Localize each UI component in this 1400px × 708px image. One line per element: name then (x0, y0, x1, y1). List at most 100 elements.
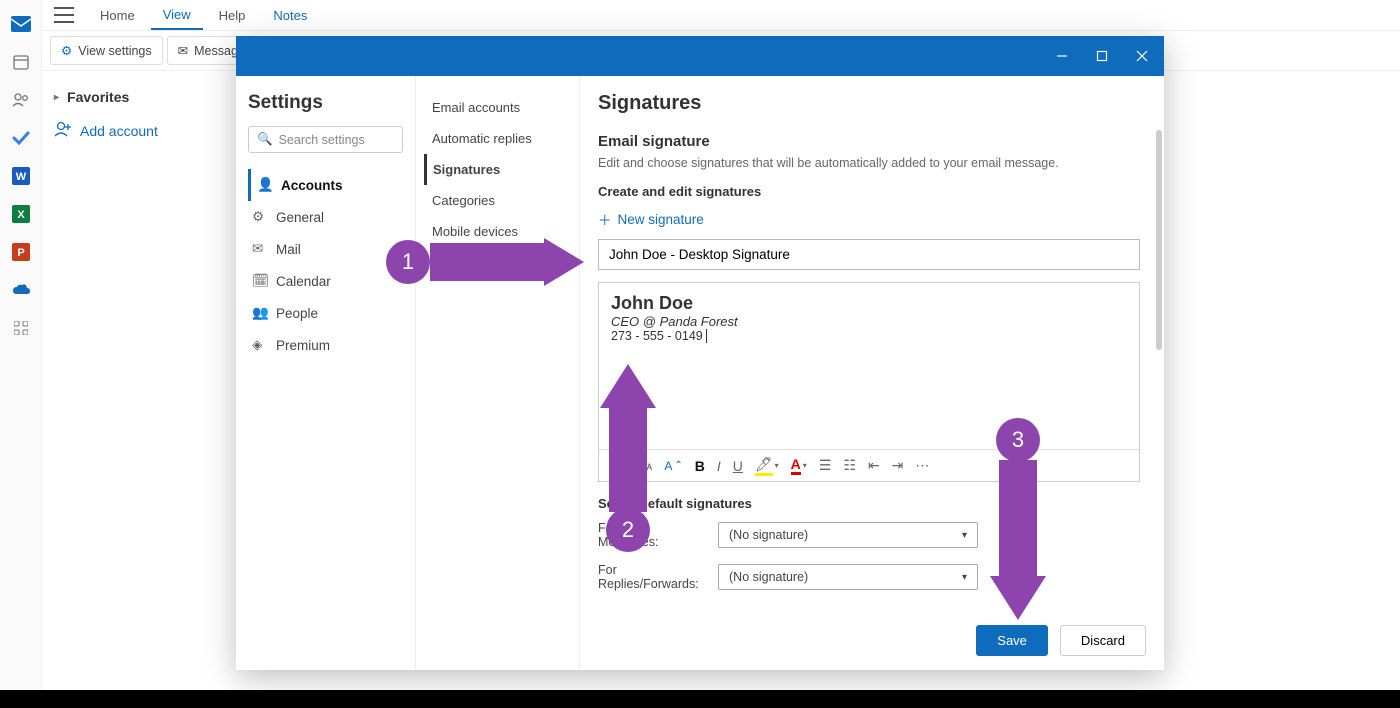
more-formatting-icon[interactable]: ⋯ (915, 457, 929, 474)
svg-text:X: X (17, 209, 25, 221)
italic-button[interactable]: I (717, 458, 721, 474)
category-mail[interactable]: ✉Mail (248, 233, 403, 265)
word-icon[interactable]: W (11, 166, 31, 186)
mail-icon: ✉ (178, 43, 188, 58)
excel-icon[interactable]: X (11, 204, 31, 224)
signature-name-input[interactable] (598, 239, 1140, 270)
for-new-select[interactable]: (No signature) ▾ (718, 522, 978, 548)
settings-title: Settings (248, 92, 403, 114)
search-icon: 🔍 (257, 132, 273, 147)
font-family-picker[interactable]: A▾ (611, 458, 626, 474)
ribbon-tab-help[interactable]: Help (207, 2, 258, 29)
close-icon[interactable] (1122, 36, 1162, 76)
settings-subcategories-panel: Email accounts Automatic replies Signatu… (416, 76, 580, 670)
people-icon: 👥 (252, 305, 268, 321)
folder-nav: ▸ Favorites Add account (42, 71, 232, 162)
font-color-button[interactable]: A▾ (791, 456, 807, 475)
category-calendar[interactable]: 🗓Calendar (248, 265, 403, 297)
category-people[interactable]: 👥People (248, 297, 403, 329)
category-accounts[interactable]: 👤Accounts (248, 169, 403, 201)
discard-button[interactable]: Discard (1060, 625, 1146, 656)
subitem-signatures[interactable]: Signatures (424, 154, 571, 185)
onedrive-icon[interactable] (11, 280, 31, 300)
diamond-icon: ◈ (252, 337, 268, 353)
sig-phone-text: 273 - 555 - 0149 (611, 329, 1127, 343)
new-signature-label: New signature (618, 212, 704, 227)
for-reply-select[interactable]: (No signature) ▾ (718, 564, 978, 590)
bold-button[interactable]: B (695, 458, 705, 474)
favorites-group[interactable]: ▸ Favorites (50, 83, 224, 111)
underline-button[interactable]: U (733, 458, 743, 474)
save-button[interactable]: Save (976, 625, 1048, 656)
people-icon[interactable] (11, 90, 31, 110)
settings-content-panel: Signatures Email signature Edit and choo… (580, 76, 1164, 670)
settings-categories-panel: Settings 🔍 Search settings 👤Accounts ⚙Ge… (236, 76, 416, 670)
view-settings-label: View settings (78, 44, 151, 58)
outdent-button[interactable]: ⇤ (868, 457, 880, 474)
search-placeholder: Search settings (279, 133, 365, 147)
maximize-icon[interactable] (1082, 36, 1122, 76)
chevron-right-icon: ▸ (54, 92, 59, 103)
minimize-icon[interactable] (1042, 36, 1082, 76)
mail-icon: ✉ (252, 241, 268, 257)
signature-editor[interactable]: John Doe CEO @ Panda Forest 273 - 555 - … (598, 282, 1140, 482)
editor-toolbar: A▾ Aᴀ A⌃ B I U 🖊▾ A▾ ☰ ☷ ⇤ ⇥ ⋯ (599, 449, 1139, 481)
person-icon: 👤 (257, 177, 273, 193)
ribbon-tabs: Home View Help Notes (42, 0, 1400, 31)
default-sig-heading: Select default signatures (598, 496, 1140, 511)
content-scrollbar[interactable] (1156, 130, 1162, 630)
mail-icon[interactable] (11, 14, 31, 34)
menu-hamburger-icon[interactable] (54, 7, 74, 23)
calendar-icon[interactable] (11, 52, 31, 72)
for-new-value: (No signature) (729, 528, 808, 542)
svg-text:W: W (15, 171, 26, 183)
new-signature-button[interactable]: ＋ New signature (598, 209, 1140, 229)
for-reply-value: (No signature) (729, 570, 808, 584)
subitem-categories[interactable]: Categories (424, 185, 571, 216)
modal-titlebar (236, 36, 1164, 76)
plus-icon: ＋ (598, 209, 612, 229)
for-reply-row: For Replies/Forwards: (No signature) ▾ (598, 563, 1140, 591)
gear-icon: ⚙ (252, 209, 268, 225)
app-sidebar: W X P (0, 0, 42, 690)
number-list-button[interactable]: ☷ (843, 457, 856, 474)
ribbon-tab-view[interactable]: View (151, 1, 203, 30)
create-edit-label: Create and edit signatures (598, 184, 1140, 199)
add-account-label: Add account (80, 123, 158, 139)
chevron-down-icon: ▾ (962, 530, 967, 541)
subitem-mobile-devices[interactable]: Mobile devices (424, 216, 571, 247)
favorites-label: Favorites (67, 89, 129, 105)
for-new-label: For New Messages: (598, 521, 708, 549)
ribbon-tab-notes[interactable]: Notes (261, 2, 319, 29)
indent-button[interactable]: ⇥ (892, 457, 904, 474)
ribbon-tab-home[interactable]: Home (88, 2, 147, 29)
add-person-icon (54, 121, 72, 140)
add-account-button[interactable]: Add account (50, 111, 224, 150)
highlight-color-button[interactable]: 🖊▾ (755, 456, 779, 476)
for-new-row: For New Messages: (No signature) ▾ (598, 521, 1140, 549)
more-apps-icon[interactable] (11, 318, 31, 338)
page-title: Signatures (598, 92, 1140, 115)
subitem-email-accounts[interactable]: Email accounts (424, 92, 571, 123)
chevron-down-icon: ▾ (962, 572, 967, 583)
font-size-smaller-icon[interactable]: Aᴀ (638, 459, 652, 473)
svg-text:P: P (17, 247, 24, 259)
powerpoint-icon[interactable]: P (11, 242, 31, 262)
todo-icon[interactable] (11, 128, 31, 148)
view-settings-button[interactable]: ⚙ View settings (50, 36, 163, 65)
category-premium[interactable]: ◈Premium (248, 329, 403, 361)
for-reply-label: For Replies/Forwards: (598, 563, 708, 591)
bottom-black-bar (0, 690, 1400, 708)
subitem-automatic-replies[interactable]: Automatic replies (424, 123, 571, 154)
section-heading: Email signature (598, 133, 1140, 150)
calendar-icon: 🗓 (252, 273, 268, 289)
category-general[interactable]: ⚙General (248, 201, 403, 233)
sig-name-text: John Doe (611, 293, 1127, 314)
section-desc: Edit and choose signatures that will be … (598, 156, 1140, 170)
settings-modal: Settings 🔍 Search settings 👤Accounts ⚙Ge… (236, 36, 1164, 670)
bullet-list-button[interactable]: ☰ (819, 457, 832, 474)
search-settings-input[interactable]: 🔍 Search settings (248, 126, 403, 153)
gear-icon: ⚙ (61, 43, 72, 58)
sig-role-text: CEO @ Panda Forest (611, 314, 1127, 329)
font-size-larger-icon[interactable]: A⌃ (664, 459, 682, 473)
